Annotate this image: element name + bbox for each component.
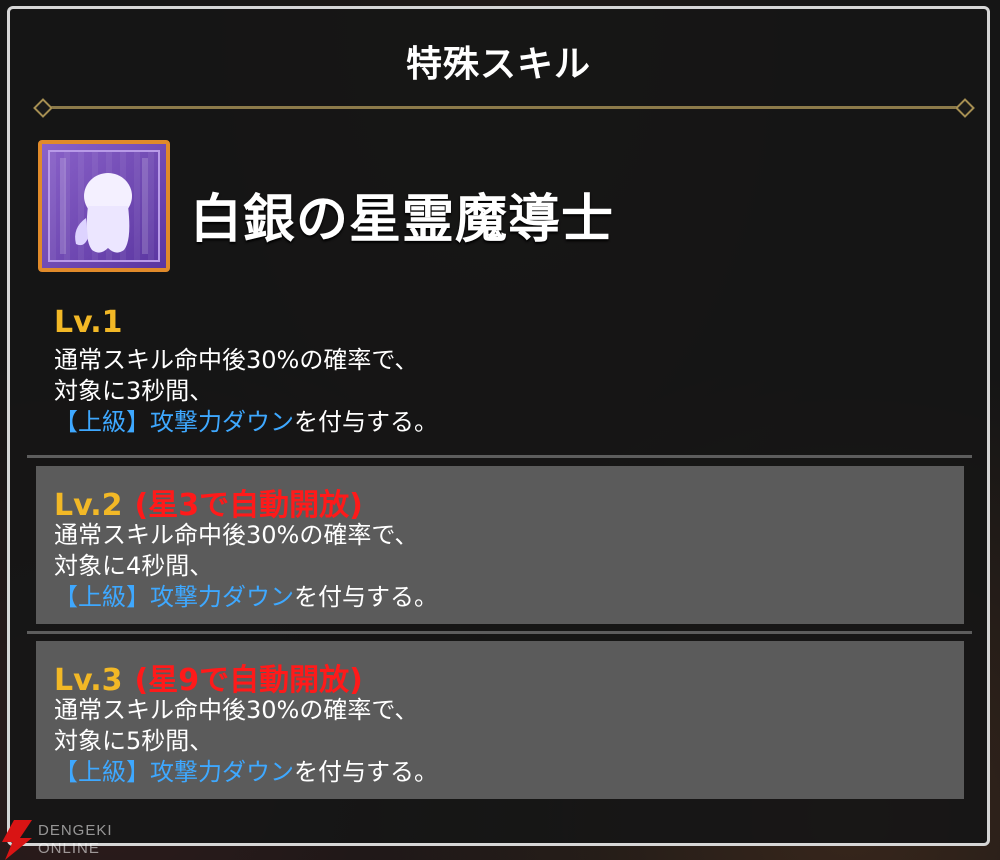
skill-name: 白銀の星霊魔導士	[190, 190, 615, 250]
desc-line-1: 通常スキル命中後30%の確率で、	[54, 696, 419, 724]
watermark-line-1: DENGEKI	[38, 822, 113, 839]
level-1-header: Lv.1	[54, 305, 123, 340]
divider-left-ornament	[33, 98, 53, 118]
level-label: Lv.2	[54, 488, 123, 523]
level-3-description: 通常スキル命中後30%の確率で、 対象に5秒間、 【上級】攻撃力ダウンを付与する…	[54, 695, 438, 788]
level-separator	[27, 631, 972, 634]
level-2-description: 通常スキル命中後30%の確率で、 対象に4秒間、 【上級】攻撃力ダウンを付与する…	[54, 520, 438, 613]
level-2-header: Lv.2 (星3で自動開放)	[54, 480, 363, 524]
effect-suffix: を付与する。	[294, 583, 438, 611]
desc-line-2: 対象に3秒間、	[54, 377, 214, 405]
divider-right-ornament	[955, 98, 975, 118]
level-2-block: Lv.2 (星3で自動開放) 通常スキル命中後30%の確率で、 対象に4秒間、 【…	[36, 466, 964, 624]
desc-line-1: 通常スキル命中後30%の確率で、	[54, 346, 419, 374]
level-1-block: Lv.1 通常スキル命中後30%の確率で、 対象に3秒間、 【上級】攻撃力ダウン…	[36, 305, 966, 445]
level-separator	[27, 455, 972, 458]
title-divider	[33, 98, 975, 118]
level-label: Lv.1	[54, 305, 123, 340]
level-3-block: Lv.3 (星9で自動開放) 通常スキル命中後30%の確率で、 対象に5秒間、 【…	[36, 641, 964, 799]
desc-line-3: 【上級】攻撃力ダウンを付与する。	[54, 757, 438, 788]
dengeki-online-watermark: DENGEKI ONLINE	[2, 820, 142, 860]
watermark-line-2: ONLINE	[38, 840, 100, 857]
desc-line-3: 【上級】攻撃力ダウンを付与する。	[54, 582, 438, 613]
lightning-bolt-icon	[2, 820, 32, 860]
desc-line-3: 【上級】攻撃力ダウンを付与する。	[54, 407, 438, 438]
desc-line-2: 対象に5秒間、	[54, 727, 214, 755]
panel-title: 特殊スキル	[405, 44, 591, 85]
desc-line-1: 通常スキル命中後30%の確率で、	[54, 521, 419, 549]
level-1-description: 通常スキル命中後30%の確率で、 対象に3秒間、 【上級】攻撃力ダウンを付与する…	[54, 345, 438, 438]
effect-suffix: を付与する。	[294, 408, 438, 436]
unlock-condition: (星9で自動開放)	[134, 663, 363, 698]
effect-name: 【上級】攻撃力ダウン	[54, 408, 294, 436]
effect-name: 【上級】攻撃力ダウン	[54, 583, 294, 611]
level-label: Lv.3	[54, 663, 123, 698]
effect-suffix: を付与する。	[294, 758, 438, 786]
desc-line-2: 対象に4秒間、	[54, 552, 214, 580]
ghost-character-icon	[38, 140, 170, 272]
unlock-condition: (星3で自動開放)	[134, 488, 363, 523]
level-3-header: Lv.3 (星9で自動開放)	[54, 655, 363, 699]
effect-name: 【上級】攻撃力ダウン	[54, 758, 294, 786]
